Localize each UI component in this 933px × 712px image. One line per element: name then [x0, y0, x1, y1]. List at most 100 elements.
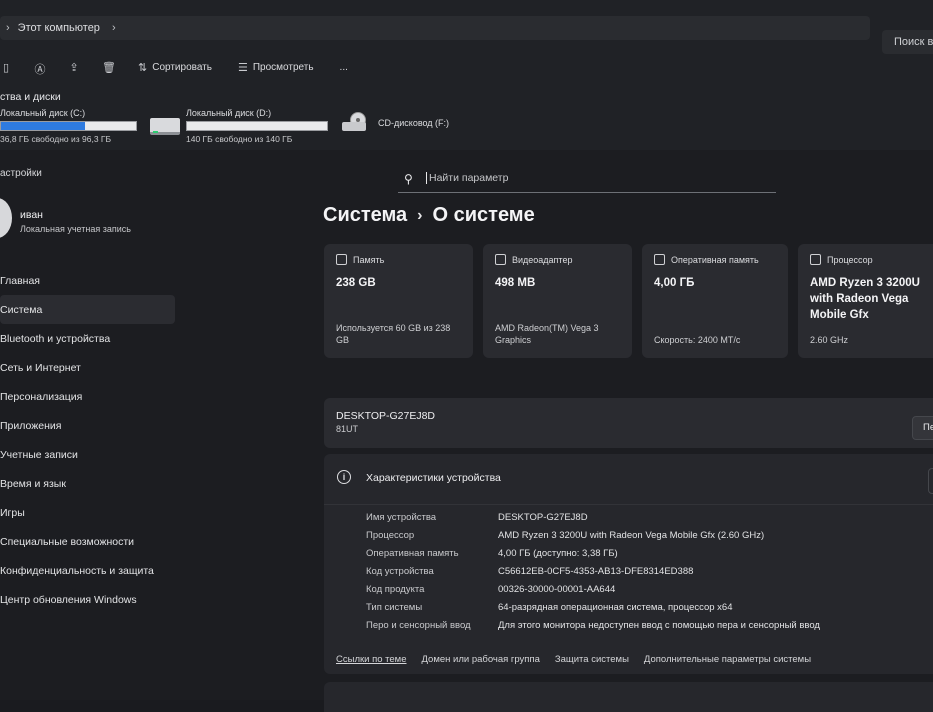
hard-drive-icon [150, 118, 180, 135]
info-icon: i [337, 470, 351, 484]
spec-key: Оперативная память [366, 548, 459, 559]
link-domain-workgroup[interactable]: Домен или рабочая группа [422, 654, 540, 665]
explorer-search-input[interactable]: Поиск в [882, 30, 933, 54]
card-value: 498 MB [495, 277, 536, 289]
drive-usage-bar [186, 121, 328, 131]
view-button[interactable]: ☰ Просмотреть [238, 61, 314, 74]
ram-icon [654, 254, 665, 265]
share-icon[interactable]: ⇪ [68, 61, 80, 74]
spec-value: AMD Ryzen 3 3200U with Radeon Vega Mobil… [498, 530, 765, 541]
spec-key: Код продукта [366, 584, 425, 595]
device-specs-panel: i Характеристики устройства Имя устройст… [324, 454, 933, 674]
card-subtext: Скорость: 2400 МТ/с [654, 334, 741, 345]
cd-drive-icon [342, 112, 368, 132]
nav-item-apps[interactable]: Приложения [0, 411, 180, 440]
breadcrumb: Система › О системе [323, 204, 535, 227]
drive-name: CD-дисковод (F:) [378, 118, 450, 128]
sort-icon: ⇅ [138, 61, 148, 74]
nav-item-personalization[interactable]: Персонализация [0, 382, 180, 411]
gpu-card[interactable]: Видеоадаптер 498 MB AMD Radeon(TM) Vega … [483, 244, 632, 358]
spec-row: Тип системы 64-разрядная операционная сис… [366, 602, 732, 620]
spec-key: Перо и сенсорный ввод [366, 620, 471, 631]
drive-c[interactable]: Локальный диск (C:) 36,8 ГБ свободно из … [0, 108, 137, 144]
copy-button[interactable] [928, 468, 933, 494]
card-label: Память [353, 254, 385, 265]
search-icon: ⚲ [404, 172, 413, 186]
spec-value: 64-разрядная операционная система, проце… [498, 602, 733, 613]
sort-button[interactable]: ⇅ Сортировать [138, 61, 212, 74]
device-specs-title: Характеристики устройства [366, 472, 501, 484]
card-subtext: 2.60 GHz [810, 334, 849, 345]
breadcrumb-parent[interactable]: Система [323, 204, 407, 227]
card-label: Процессор [827, 254, 873, 265]
settings-nav: Главная Система Bluetooth и устройства С… [0, 266, 180, 614]
settings-window: астройки иван Локальная учетная запись Г… [0, 150, 933, 712]
spec-row: Оперативная память 4,00 ГБ (доступно: 3,3… [366, 548, 618, 566]
search-placeholder: Найти параметр [426, 172, 508, 184]
nav-item-accessibility[interactable]: Специальные возможности [0, 527, 180, 556]
drive-free-space: 140 ГБ свободно из 140 ГБ [186, 134, 293, 144]
rename-pc-button[interactable]: Пе [912, 416, 933, 440]
card-subtext: AMD Radeon(TM) Vega 3 Graphics [495, 322, 599, 345]
drive-d[interactable]: Локальный диск (D:) 140 ГБ свободно из 1… [186, 108, 328, 144]
drive-f[interactable]: CD-дисковод (F:) [378, 118, 449, 131]
card-label: Оперативная память [671, 254, 759, 265]
spec-value: 00326-30000-00001-AA644 [498, 584, 616, 595]
nav-item-accounts[interactable]: Учетные записи [0, 440, 180, 469]
chevron-right-icon[interactable]: › [6, 22, 10, 34]
address-bar[interactable]: › Этот компьютер › [0, 16, 870, 40]
card-value: AMD Ryzen 3 3200U with Radeon Vega Mobil… [810, 277, 920, 322]
device-name-panel: DESKTOP-G27EJ8D 81UT Пе [324, 398, 933, 448]
device-specs-header[interactable]: i Характеристики устройства [324, 454, 933, 505]
spec-value: DESKTOP-G27EJ8D [498, 512, 588, 523]
card-value: 238 GB [336, 277, 376, 289]
gpu-icon [495, 254, 506, 265]
nav-item-time-language[interactable]: Время и язык [0, 469, 180, 498]
drive-free-space: 36,8 ГБ свободно из 96,3 ГБ [0, 134, 112, 144]
card-value: 4,00 ГБ [654, 277, 695, 289]
nav-item-home[interactable]: Главная [0, 266, 180, 295]
address-location[interactable]: Этот компьютер [18, 22, 100, 34]
nav-item-gaming[interactable]: Игры [0, 498, 180, 527]
chevron-right-icon[interactable]: › [112, 22, 116, 34]
breadcrumb-separator: › [417, 206, 423, 224]
spec-value: C56612EB-0CF5-4353-AB13-DFE8314ED388 [498, 566, 694, 577]
explorer-toolbar: ▯ Ⓐ ⇪ 🗑 ⇅ Сортировать ☰ Просмотреть ... [0, 56, 374, 78]
storage-card[interactable]: Память 238 GB Используется 60 GB из 238 … [324, 244, 473, 358]
ram-card[interactable]: Оперативная память 4,00 ГБ Скорость: 240… [642, 244, 788, 358]
link-system-protection[interactable]: Защита системы [555, 654, 629, 665]
more-button[interactable]: ... [340, 62, 348, 73]
spec-key: Процессор [366, 530, 415, 541]
file-explorer-window: › Этот компьютер › Поиск в ▯ Ⓐ ⇪ 🗑 ⇅ Сор… [0, 0, 933, 151]
rename-icon[interactable]: Ⓐ [34, 61, 46, 76]
view-icon: ☰ [237, 61, 248, 74]
settings-app-title: астройки [0, 168, 42, 179]
cpu-icon [810, 254, 821, 265]
nav-item-windows-update[interactable]: Центр обновления Windows [0, 585, 180, 614]
storage-icon [336, 254, 347, 265]
spec-value: Для этого монитора недоступен ввод с пом… [498, 620, 820, 631]
nav-item-privacy[interactable]: Конфиденциальность и защита [0, 556, 180, 585]
link-advanced-system-settings[interactable]: Дополнительные параметры системы [644, 654, 811, 665]
spec-row: Код устройства C56612EB-0CF5-4353-AB13-DF… [366, 566, 693, 584]
nav-item-system[interactable]: Система [0, 295, 175, 324]
windows-specs-panel[interactable] [324, 682, 933, 712]
user-name: иван [20, 209, 43, 221]
spec-key: Тип системы [366, 602, 423, 613]
cpu-card[interactable]: Процессор AMD Ryzen 3 3200U with Radeon … [798, 244, 933, 358]
related-links: Ссылки по теме Домен или рабочая группа … [336, 654, 826, 665]
delete-icon[interactable]: 🗑 [102, 61, 116, 74]
card-subtext: Используется 60 GB из 238 GB [336, 322, 451, 345]
device-name: DESKTOP-G27EJ8D [336, 410, 436, 422]
nav-item-bluetooth[interactable]: Bluetooth и устройства [0, 324, 180, 353]
settings-search-input[interactable]: ⚲ Найти параметр [398, 164, 776, 193]
copy-icon[interactable]: ▯ [0, 61, 12, 74]
nav-item-network[interactable]: Сеть и Интернет [0, 353, 180, 382]
drive-name: Локальный диск (D:) [186, 108, 272, 118]
card-label: Видеоадаптер [512, 254, 573, 265]
spec-row: Перо и сенсорный ввод Для этого монитора … [366, 620, 820, 638]
spec-value: 4,00 ГБ (доступно: 3,38 ГБ) [498, 548, 618, 559]
device-model: 81UT [336, 424, 359, 434]
sort-label: Сортировать [152, 61, 212, 73]
avatar[interactable] [0, 198, 12, 238]
